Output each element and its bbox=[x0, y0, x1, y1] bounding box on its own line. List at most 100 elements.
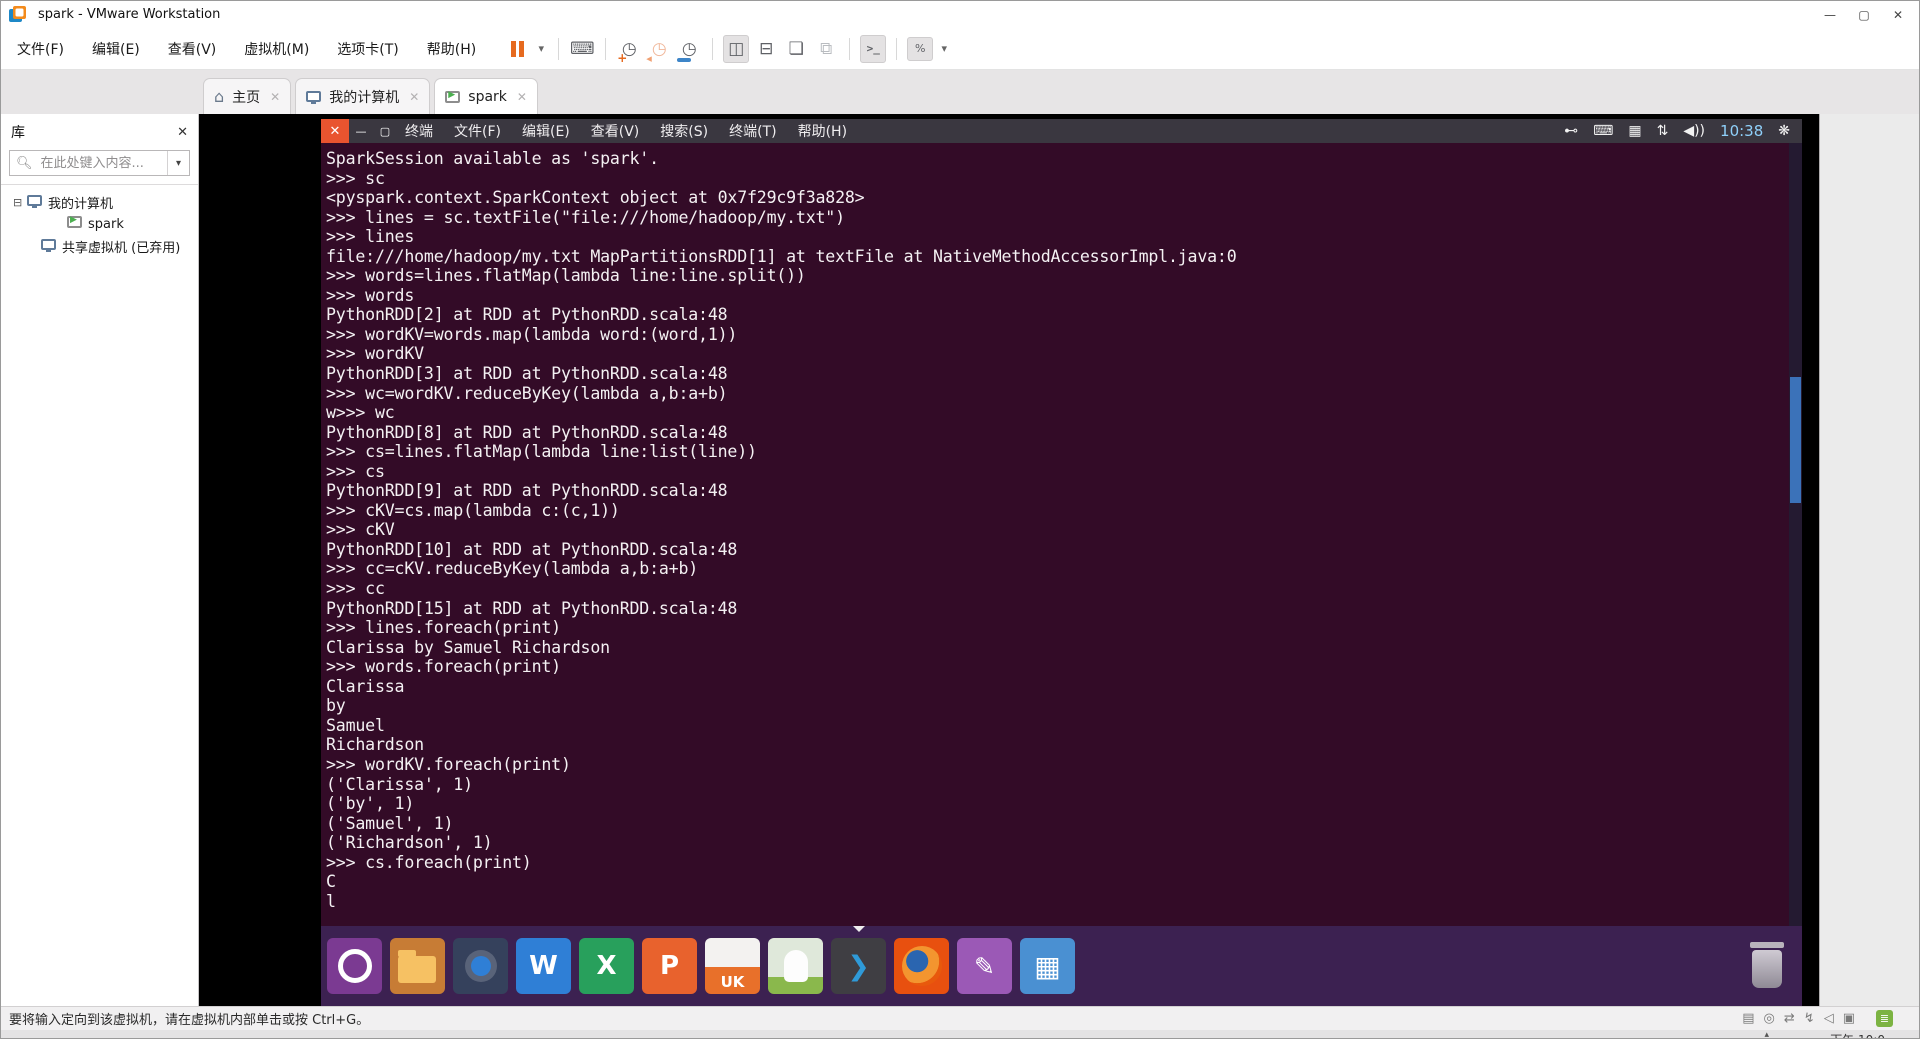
terminal-close-button[interactable]: ✕ bbox=[321, 119, 349, 143]
library-search[interactable]: 🔍︎ ▾ bbox=[9, 150, 190, 176]
tree-item[interactable]: spark bbox=[1, 213, 198, 235]
terminal-window[interactable]: SparkSession available as 'spark'. >>> sc… bbox=[321, 143, 1802, 926]
text-editor-icon[interactable]: ✎ bbox=[957, 938, 1012, 994]
terminal-line: >>> cKV bbox=[326, 520, 395, 540]
console-view-button[interactable]: >_ bbox=[860, 34, 887, 63]
terminal-menu-item[interactable]: 终端(T) bbox=[729, 121, 776, 141]
minimize-button[interactable]: — bbox=[1813, 1, 1847, 28]
send-ctrl-alt-del-button[interactable]: ⌨ bbox=[569, 35, 595, 63]
unity-mode-button[interactable]: ⧉ bbox=[813, 35, 839, 63]
menu-item[interactable]: 虚拟机(M) bbox=[232, 33, 321, 65]
tab-close-icon[interactable]: ✕ bbox=[409, 90, 419, 104]
excel-icon[interactable]: X bbox=[579, 938, 634, 994]
show-library-button[interactable]: ◫ bbox=[723, 34, 750, 63]
maximize-button[interactable]: ▢ bbox=[1847, 1, 1881, 28]
workspaces-icon[interactable]: ▦ bbox=[1020, 938, 1075, 994]
menu-item[interactable]: 文件(F) bbox=[5, 33, 76, 65]
calendar-icon[interactable]: ▦ bbox=[1628, 123, 1641, 139]
tree-item[interactable]: ⊟ 我的计算机 bbox=[1, 191, 198, 213]
terminal-menu-item[interactable]: 查看(V) bbox=[591, 121, 640, 141]
tab-label: spark bbox=[468, 88, 507, 105]
tab[interactable]: 我的计算机 ✕ bbox=[295, 78, 431, 114]
terminal-scrollbar[interactable] bbox=[1789, 143, 1802, 926]
menu-item[interactable]: 选项卡(T) bbox=[325, 33, 410, 65]
tree-item-icon bbox=[27, 194, 42, 208]
terminal-app-icon[interactable]: ❯ bbox=[831, 938, 886, 994]
word-icon[interactable]: W bbox=[516, 938, 571, 994]
launcher-dock: W X P UK ❯ ✎ ▦ bbox=[321, 926, 1802, 1008]
terminal-line: SparkSession available as 'spark'. bbox=[326, 149, 659, 168]
expander-icon[interactable]: ⊟ bbox=[13, 196, 25, 209]
usb-icon[interactable]: ↯ bbox=[1804, 1011, 1815, 1026]
session-gear-icon[interactable]: ❋ bbox=[1778, 123, 1790, 139]
keyboard-icon[interactable]: ⌨ bbox=[1593, 123, 1613, 139]
harddisk-icon[interactable]: ▤ bbox=[1742, 1011, 1754, 1026]
suspend-dropdown[interactable]: ▾ bbox=[534, 35, 548, 63]
terminal-menu-item[interactable]: 帮助(H) bbox=[798, 121, 847, 141]
status-bar: 要将输入定向到该虚拟机，请在虚拟机内部单击或按 Ctrl+G。 ▤ ◎ ⇄ ↯ ◁ ▣ ≣ bbox=[1, 1006, 1919, 1030]
printer-icon[interactable]: ▣ bbox=[1843, 1011, 1855, 1026]
terminal-menu-item[interactable]: 编辑(E) bbox=[522, 121, 570, 141]
terminal-menu-item[interactable]: 文件(F) bbox=[454, 121, 501, 141]
scrollbar-thumb[interactable] bbox=[1790, 377, 1801, 503]
app-blue-dot-icon[interactable] bbox=[453, 938, 508, 994]
software-center-icon[interactable]: UK bbox=[705, 938, 760, 994]
tree-item-icon bbox=[41, 238, 56, 252]
terminal-line: PythonRDD[15] at RDD at PythonRDD.scala:… bbox=[326, 598, 738, 618]
search-dropdown-icon[interactable]: ▾ bbox=[167, 151, 189, 175]
network-adapter-icon[interactable]: ⇄ bbox=[1784, 1011, 1795, 1026]
message-log-icon[interactable]: ≣ bbox=[1876, 1010, 1893, 1027]
terminal-menu-item[interactable]: 搜索(S) bbox=[660, 121, 708, 141]
vm-console-area: ✕ — ▢ 终端 文件(F) 编辑(E) 查看(V) 搜索(S) 终端(T) 帮助(H) ⊷ ⌨ ▦… bbox=[199, 114, 1919, 1008]
terminal-line: >>> cs.foreach(print) bbox=[326, 852, 532, 872]
take-snapshot-button[interactable]: ◷ bbox=[616, 35, 642, 65]
updown-arrows-icon[interactable]: ⇅ bbox=[1657, 123, 1669, 139]
terminal-line: >>> words bbox=[326, 285, 415, 305]
terminal-line: ('by', 1) bbox=[326, 794, 415, 814]
terminal-menu-item[interactable]: 终端 bbox=[405, 121, 433, 141]
files-icon[interactable] bbox=[390, 938, 445, 994]
terminal-line: PythonRDD[8] at RDD at PythonRDD.scala:4… bbox=[326, 422, 728, 442]
menu-item[interactable]: 帮助(H) bbox=[415, 33, 488, 65]
ubuntu-launcher-icon[interactable] bbox=[327, 938, 382, 994]
toolbar-separator bbox=[849, 37, 851, 60]
terminal-minimize-button[interactable]: — bbox=[349, 119, 373, 143]
revert-snapshot-button[interactable]: ◷ bbox=[646, 35, 672, 65]
tab[interactable]: spark ✕ bbox=[434, 78, 538, 114]
tree-item[interactable]: 共享虚拟机 (已弃用) bbox=[1, 235, 198, 257]
terminal-line: >>> words.foreach(print) bbox=[326, 657, 561, 677]
library-close-icon[interactable]: ✕ bbox=[177, 125, 188, 140]
kylin-assistant-icon[interactable] bbox=[768, 938, 823, 994]
terminal-menus: 终端 文件(F) 编辑(E) 查看(V) 搜索(S) 终端(T) 帮助(H) bbox=[405, 121, 868, 141]
tab[interactable]: ⌂ 主页 ✕ bbox=[203, 78, 292, 114]
powerpoint-icon[interactable]: P bbox=[642, 938, 697, 994]
terminal-maximize-button[interactable]: ▢ bbox=[373, 119, 397, 143]
fullscreen-button[interactable]: ❏ bbox=[783, 35, 809, 63]
firefox-icon[interactable] bbox=[894, 938, 949, 994]
menu-item[interactable]: 查看(V) bbox=[156, 33, 229, 65]
tree-item-label: 我的计算机 bbox=[48, 196, 114, 212]
cdrom-icon[interactable]: ◎ bbox=[1764, 1011, 1775, 1026]
search-input[interactable] bbox=[38, 154, 167, 172]
trash-icon[interactable] bbox=[1746, 942, 1788, 992]
tab-close-icon[interactable]: ✕ bbox=[270, 90, 280, 104]
terminal-line: >>> cKV=cs.map(lambda c:(c,1)) bbox=[326, 500, 620, 520]
menu-item[interactable]: 编辑(E) bbox=[80, 33, 152, 65]
manage-snapshots-button[interactable]: ◷ bbox=[676, 35, 702, 63]
terminal-line: ('Clarissa', 1) bbox=[326, 774, 473, 794]
suspend-button[interactable] bbox=[504, 35, 530, 63]
stretch-guest-button[interactable]: % bbox=[907, 36, 934, 61]
terminal-line: >>> cc bbox=[326, 579, 385, 599]
clock[interactable]: 10:38 bbox=[1720, 122, 1763, 140]
sound-icon[interactable]: ◁ bbox=[1824, 1011, 1834, 1026]
show-thumbnail-bar-button[interactable]: ⊟ bbox=[753, 35, 779, 63]
tab-close-icon[interactable]: ✕ bbox=[517, 90, 527, 104]
input-method-icon[interactable]: ⊷ bbox=[1564, 123, 1578, 139]
title-bar: spark - VMware Workstation — ▢ ✕ bbox=[1, 1, 1919, 28]
stretch-dropdown[interactable]: ▾ bbox=[937, 35, 951, 63]
close-button[interactable]: ✕ bbox=[1881, 1, 1915, 28]
volume-icon[interactable]: ◀)) bbox=[1683, 123, 1705, 139]
window-title: spark - VMware Workstation bbox=[38, 7, 221, 22]
menu-toolbar-row: 文件(F)编辑(E)查看(V)虚拟机(M)选项卡(T)帮助(H) ▾⌨◷◷◷◫⊟… bbox=[1, 28, 1919, 70]
terminal-line: >>> cs=lines.flatMap(lambda line:list(li… bbox=[326, 442, 757, 462]
